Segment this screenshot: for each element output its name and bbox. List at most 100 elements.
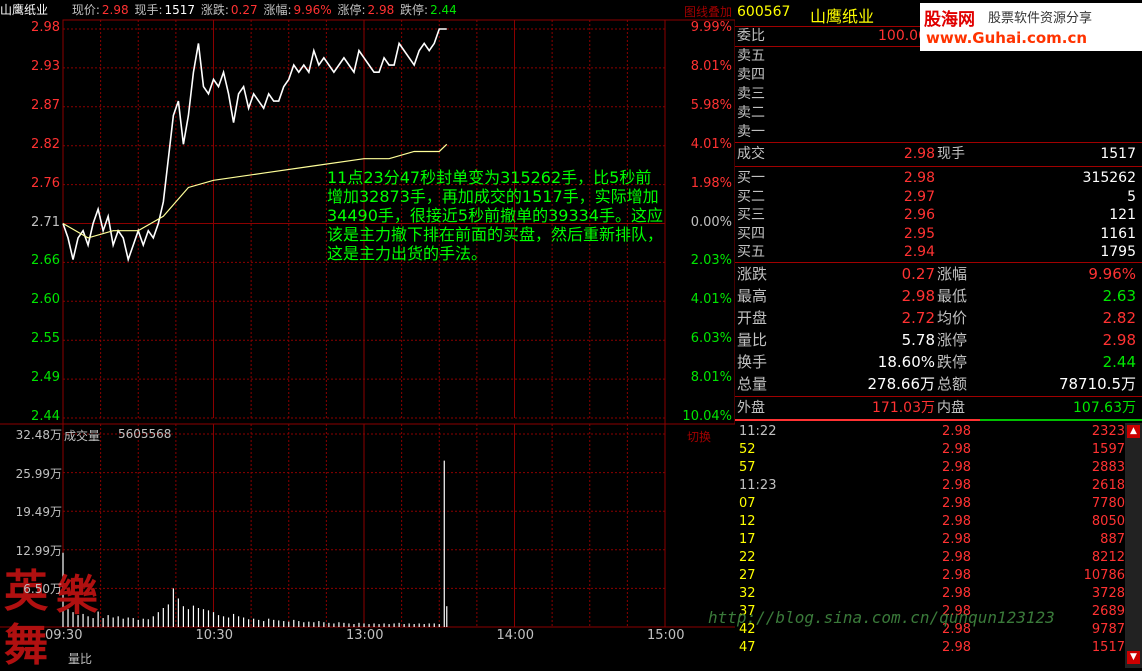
tick-price: 2.98: [942, 442, 971, 457]
stat-label: 开盘: [737, 309, 768, 327]
limit-up-label: 涨停:: [337, 3, 366, 17]
stat-value: 2.82: [1102, 309, 1136, 327]
tick-row[interactable]: 07 2.98 7780: [735, 495, 1125, 513]
price-tick-label: 2.66: [31, 253, 60, 269]
sell-order-row: 卖四: [735, 65, 1142, 85]
now-volume-label: 现手: [937, 146, 965, 162]
stat-label: 换手: [737, 353, 768, 371]
stat-value: 9.96%: [1088, 265, 1136, 283]
price-tick-label: 2.93: [31, 58, 60, 74]
stat-value: 2.63: [1102, 287, 1136, 305]
price-tick-label: 2.71: [31, 214, 60, 230]
limit-down-label: 跌停:: [400, 3, 429, 17]
tick-time: 11:23: [739, 478, 777, 493]
sell-order-label: 卖二: [737, 105, 765, 121]
price-tick-label: 2.60: [31, 292, 60, 308]
tick-row[interactable]: 47 2.98 1517: [735, 639, 1125, 657]
sell-order-row: 卖二: [735, 103, 1142, 123]
stat-value: 78710.5万: [1058, 375, 1136, 393]
tick-scrollbar[interactable]: ▲ ▼: [1125, 423, 1142, 668]
stats-row: 最高 2.98 最低 2.63: [735, 286, 1142, 306]
scroll-down-icon[interactable]: ▼: [1127, 651, 1140, 664]
tick-row[interactable]: 27 2.98 10786: [735, 567, 1125, 585]
intraday-chart-area[interactable]: 山鹰纸业 现价: 2.98 现手: 1517 涨跌: 0.27 涨幅: 9.96% 涨停…: [0, 0, 735, 671]
tick-row[interactable]: 22 2.98 8212: [735, 549, 1125, 567]
sell-order-row: 卖三: [735, 84, 1142, 104]
percent-tick-label: 8.01%: [690, 370, 732, 386]
buy-order-row: 买四 2.95 1161: [735, 224, 1142, 244]
tick-volume: 2883: [1091, 460, 1125, 475]
price-value: 2.98: [101, 3, 129, 17]
seal-stamp-graphic: 英 舞 樂: [4, 566, 99, 671]
stat-label: 总量: [737, 375, 768, 393]
stat-label: 最低: [937, 287, 968, 305]
stock-name: 山鹰纸业: [810, 7, 875, 26]
sell-order-label: 卖一: [737, 124, 765, 140]
tick-price: 2.98: [942, 424, 971, 439]
buy-order-price: 2.98: [903, 170, 935, 186]
sell-order-row: 卖一: [735, 122, 1142, 142]
tick-row[interactable]: 17 2.98 887: [735, 531, 1125, 549]
outer-label: 外盘: [737, 400, 765, 416]
logo-slogan: 股票软件资源分享: [988, 11, 1093, 26]
tick-time: 07: [739, 496, 756, 511]
tick-time: 57: [739, 460, 756, 475]
volume-label: 现手:: [134, 3, 163, 17]
tick-price: 2.98: [942, 586, 971, 601]
tick-row[interactable]: 12 2.98 8050: [735, 513, 1125, 531]
tick-time: 17: [739, 532, 756, 547]
overlay-button[interactable]: 图线叠加: [684, 3, 732, 20]
stat-label: 跌停: [937, 353, 968, 371]
stats-row: 换手 18.60% 跌停 2.44: [735, 352, 1142, 372]
volume-total: 5605568: [118, 427, 172, 441]
volume-tick-label: 12.99万: [15, 543, 62, 558]
stat-value: 278.66万: [867, 375, 936, 393]
tick-time: 12: [739, 514, 756, 529]
stat-value: 2.44: [1102, 353, 1136, 371]
price-tick-label: 2.76: [31, 175, 60, 191]
tick-time: 27: [739, 568, 756, 583]
tick-volume: 887: [1100, 532, 1125, 547]
change-label: 涨跌:: [200, 3, 229, 17]
price-tick-label: 2.82: [31, 136, 60, 152]
deal-value: 2.98: [903, 146, 935, 162]
percent-tick-label: 6.03%: [690, 331, 732, 347]
stat-value: 2.72: [901, 309, 935, 327]
stat-label: 涨幅: [937, 265, 968, 283]
tick-price: 2.98: [942, 478, 971, 493]
tick-time: 52: [739, 442, 756, 457]
buy-order-row: 买一 2.98 315262: [735, 168, 1142, 188]
divider: [735, 396, 1142, 397]
percent-tick-label: 4.01%: [690, 292, 732, 308]
tick-row[interactable]: 52 2.98 1597: [735, 441, 1125, 459]
logo-brand: 股海网: [924, 10, 975, 30]
tick-volume: 2689: [1091, 604, 1125, 619]
price-tick-label: 2.98: [31, 20, 60, 35]
volume-tick-label: 6.50万: [23, 582, 62, 597]
tick-time: 47: [739, 640, 756, 655]
guhai-logo: 股海网 股票软件资源分享 www.Guhai.com.cn: [920, 3, 1142, 51]
buy-order-volume: 315262: [1082, 170, 1136, 186]
limit-up-value: 2.98: [367, 3, 395, 17]
stamp-char-2: 舞: [4, 620, 48, 668]
change-pct-label: 涨幅:: [263, 3, 292, 17]
switch-button[interactable]: 切换: [687, 428, 711, 445]
percent-tick-label: 8.01%: [690, 58, 732, 74]
stats-row: 量比 5.78 涨停 2.98: [735, 330, 1142, 350]
time-tick-label: 10:30: [195, 628, 233, 643]
tick-volume: 1517: [1091, 640, 1125, 655]
stats-row: 涨跌 0.27 涨幅 9.96%: [735, 264, 1142, 284]
tick-row[interactable]: 11:22 2.98 2323: [735, 423, 1125, 441]
buy-order-volume: 5: [1127, 188, 1136, 205]
buy-order-label: 买三: [737, 207, 765, 223]
quote-summary-bar: 山鹰纸业 现价: 2.98 现手: 1517 涨跌: 0.27 涨幅: 9.96% 涨停…: [0, 0, 735, 20]
tick-row[interactable]: 11:23 2.98 2618: [735, 477, 1125, 495]
buy-order-label: 买四: [737, 225, 765, 242]
percent-tick-label: 10.04%: [682, 409, 732, 424]
tick-row[interactable]: 57 2.98 2883: [735, 459, 1125, 477]
tick-time: 11:22: [739, 424, 777, 439]
percent-tick-label: 2.03%: [690, 253, 732, 269]
buy-order-price: 2.95: [903, 225, 935, 242]
scroll-up-icon[interactable]: ▲: [1127, 425, 1140, 438]
tick-row[interactable]: 32 2.98 3728: [735, 585, 1125, 603]
